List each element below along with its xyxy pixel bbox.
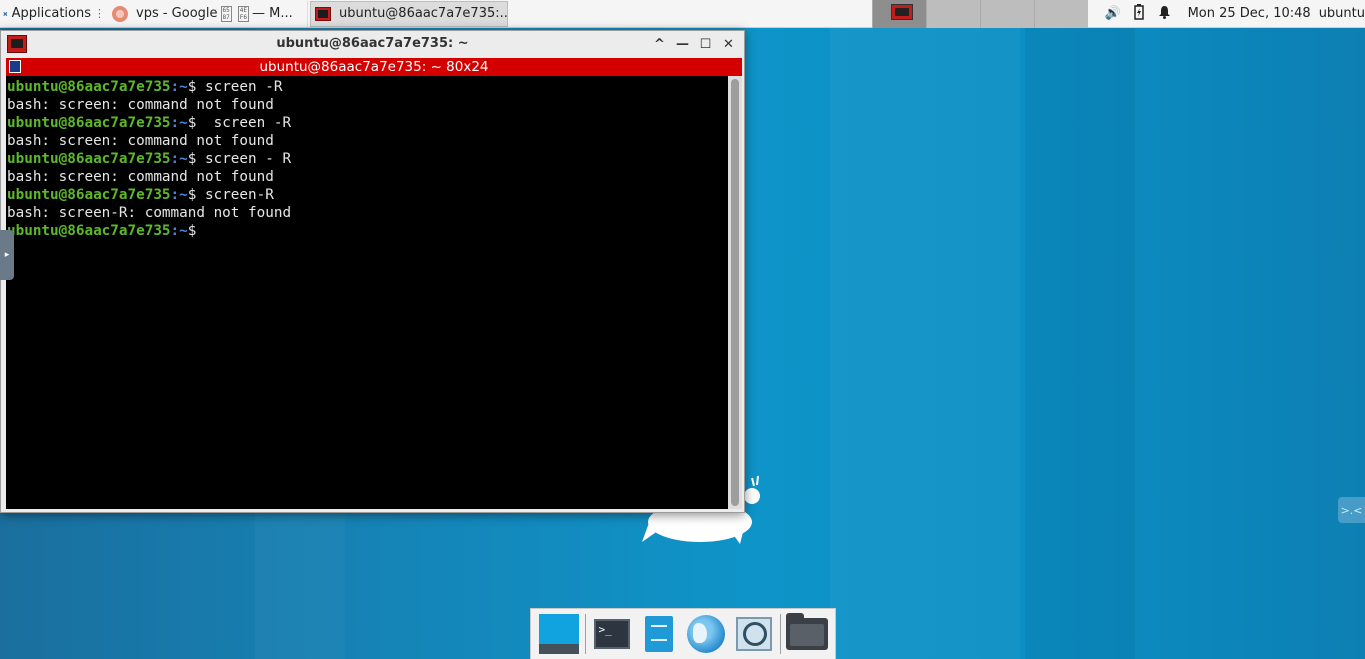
dock-separator — [780, 614, 781, 654]
terminal-icon — [315, 6, 331, 21]
dock-terminal[interactable]: >_ — [591, 611, 634, 657]
dock-show-desktop[interactable] — [537, 611, 580, 657]
left-panel-handle[interactable]: ▸ — [0, 230, 14, 280]
applications-label: Applications — [11, 6, 91, 21]
screen-status-text: ubuntu@86aac7a7e735: ~ 80x24 — [259, 59, 489, 75]
notification-bell-icon[interactable] — [1152, 5, 1178, 23]
dock-file-manager[interactable] — [638, 611, 681, 657]
prompt-user: ubuntu@86aac7a7e735 — [7, 151, 171, 167]
terminal-window[interactable]: ubuntu@86aac7a7e735: ~ ^ — ☐ ✕ ubuntu@86… — [0, 30, 745, 513]
terminal-prompt-line: ubuntu@86aac7a7e735:~$ screen - R — [7, 150, 728, 168]
workspace-4[interactable] — [1033, 0, 1088, 28]
prompt-path: :~ — [170, 151, 188, 167]
system-tray: 🔊 Mon 25 Dec, 10:48 ubuntu — [1100, 0, 1365, 28]
terminal-output-line: bash: screen-R: command not found — [7, 205, 292, 221]
prompt-path: :~ — [170, 115, 188, 131]
wallpaper-streak — [830, 28, 1020, 659]
web-browser-icon — [687, 615, 726, 653]
scrollbar-thumb[interactable] — [731, 79, 739, 506]
prompt-command: $ — [187, 223, 197, 239]
workspace-2[interactable] — [925, 0, 980, 28]
terminal-prompt-line: ubuntu@86aac7a7e735:~$ — [7, 222, 728, 240]
window-controls: ^ — ☐ ✕ — [648, 34, 740, 54]
prompt-user: ubuntu@86aac7a7e735 — [7, 115, 171, 131]
taskbar-item-label: ubuntu@86aac7a7e735:... — [339, 6, 508, 21]
expand-arrow-icon: ▸ — [4, 250, 10, 260]
window-title: ubuntu@86aac7a7e735: ~ — [276, 36, 469, 51]
close-button[interactable]: ✕ — [717, 34, 740, 54]
workspace-3[interactable] — [979, 0, 1034, 28]
prompt-path: :~ — [170, 79, 188, 95]
prompt-command: $ screen -R — [187, 79, 283, 95]
xfce-logo-icon — [3, 11, 8, 16]
terminal-prompt-line: ubuntu@86aac7a7e735:~$ screen -R — [7, 78, 728, 96]
top-panel: Applications ⋮ vps - Google 65 87 4E F6 — … — [0, 0, 1365, 28]
workspace-window-thumb — [890, 3, 913, 20]
prompt-path: :~ — [170, 223, 188, 239]
screen-status-bar: ubuntu@86aac7a7e735: ~ 80x24 — [6, 58, 742, 76]
terminal-output-line: bash: screen: command not found — [7, 97, 274, 113]
prompt-command: $ screen-R — [187, 187, 274, 203]
missing-glyph-icon: 4E F6 — [237, 5, 249, 22]
terminal-emulator-icon: >_ — [594, 619, 631, 649]
missing-glyph-icon: 65 87 — [220, 5, 232, 22]
user-menu[interactable]: ubuntu — [1319, 6, 1365, 21]
minimize-button[interactable]: — — [671, 34, 694, 54]
bottom-dock: >_ — [530, 608, 836, 659]
window-titlebar[interactable]: ubuntu@86aac7a7e735: ~ ^ — ☐ ✕ — [1, 31, 744, 57]
prompt-command: $ screen - R — [187, 151, 292, 167]
prompt-user: ubuntu@86aac7a7e735 — [7, 79, 171, 95]
dock-home-folder[interactable] — [786, 611, 829, 657]
taskbar-item-chrome[interactable]: vps - Google 65 87 4E F6 — M... — [108, 0, 308, 27]
screen-session-icon — [9, 60, 21, 73]
terminal-prompt-line: ubuntu@86aac7a7e735:~$ screen-R — [7, 186, 728, 204]
prompt-user: ubuntu@86aac7a7e735 — [7, 223, 171, 239]
prompt-user: ubuntu@86aac7a7e735 — [7, 187, 171, 203]
dock-web-browser[interactable] — [685, 611, 728, 657]
terminal-output[interactable]: ubuntu@86aac7a7e735:~$ screen -R bash: sc… — [6, 76, 728, 509]
dock-separator — [585, 614, 586, 654]
menu-handle-icon: ⋮ — [94, 7, 105, 20]
maximize-button[interactable]: ☐ — [694, 34, 717, 54]
terminal-output-line: bash: screen: command not found — [7, 169, 274, 185]
prompt-command: $ screen -R — [187, 115, 292, 131]
taskbar-item-label: vps - Google — [136, 6, 218, 21]
show-desktop-icon — [538, 614, 579, 654]
file-manager-icon — [645, 616, 674, 652]
workspace-1[interactable] — [871, 0, 926, 28]
terminal-prompt-line: ubuntu@86aac7a7e735:~$ screen -R — [7, 114, 728, 132]
browser-favicon-icon — [112, 5, 128, 22]
dock-app-finder[interactable] — [732, 611, 775, 657]
app-finder-icon — [735, 617, 772, 651]
terminal-output-line: bash: screen: command not found — [7, 133, 274, 149]
right-panel-handle[interactable]: >.< — [1338, 497, 1365, 523]
taskbar-item-suffix: — M... — [252, 6, 293, 21]
wallpaper-streak — [1025, 28, 1135, 659]
screensaver-face-icon: >.< — [1340, 503, 1363, 517]
prompt-path: :~ — [170, 187, 188, 203]
workspace-switcher[interactable] — [871, 0, 1088, 28]
terminal-scrollbar[interactable] — [728, 76, 742, 509]
applications-menu[interactable]: Applications ⋮ — [0, 0, 108, 28]
volume-icon[interactable]: 🔊 — [1100, 6, 1126, 21]
shade-button[interactable]: ^ — [648, 34, 671, 54]
clock[interactable]: Mon 25 Dec, 10:48 — [1188, 6, 1311, 21]
folder-icon — [786, 613, 829, 650]
taskbar-item-terminal[interactable]: ubuntu@86aac7a7e735:... — [310, 0, 508, 27]
battery-icon[interactable] — [1126, 3, 1152, 24]
